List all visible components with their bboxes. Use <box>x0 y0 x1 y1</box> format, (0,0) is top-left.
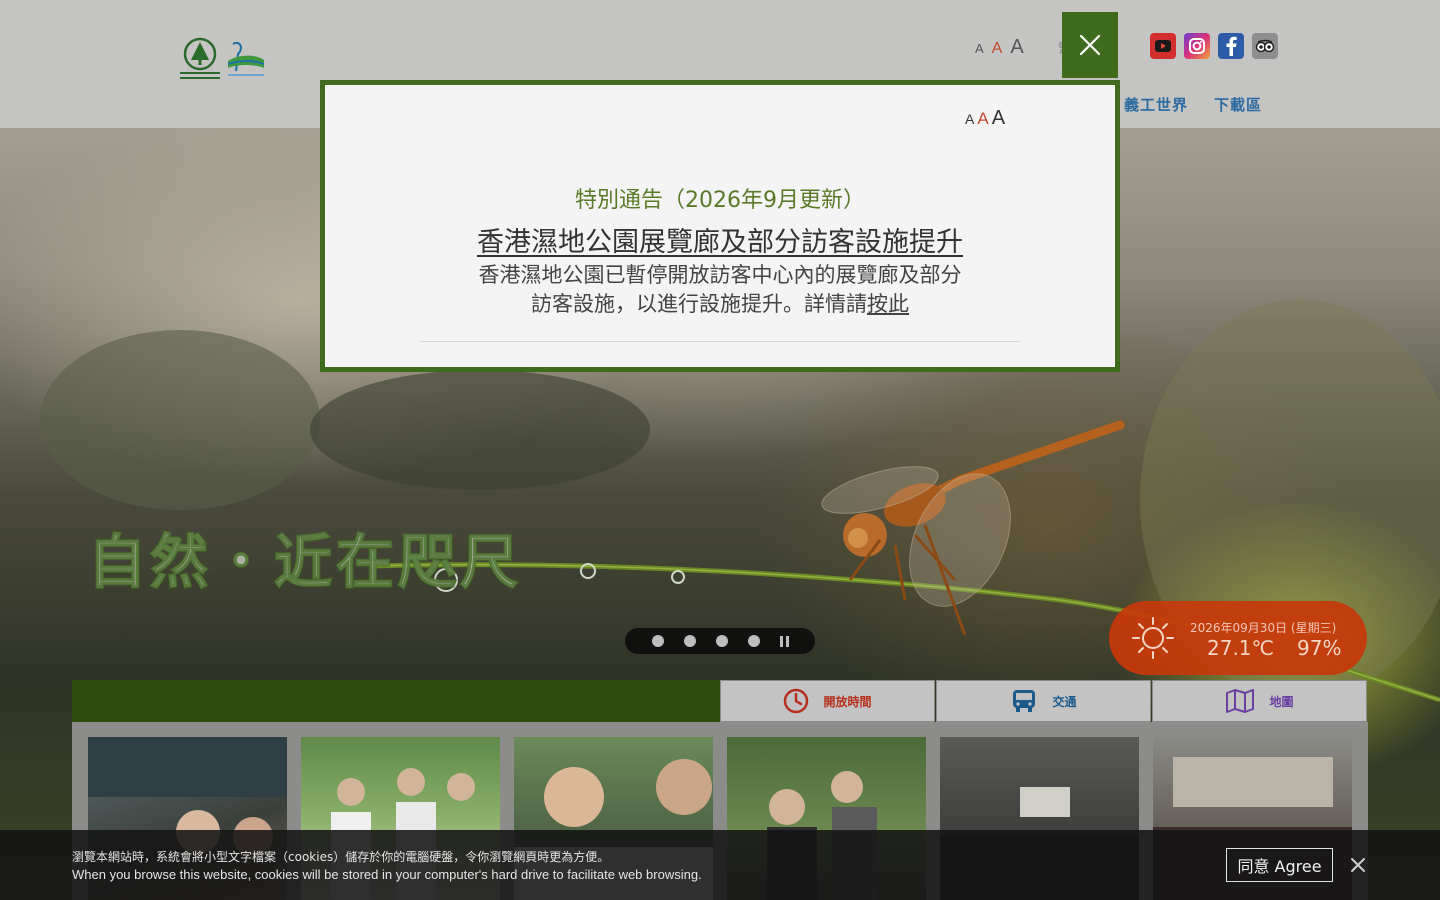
modal-divider <box>420 341 1020 342</box>
notice-title: 特別通告（2026年9月更新） <box>575 188 865 213</box>
notice-body: 香港濕地公園已暫停開放訪客中心內的展覽廊及部分 訪客設施，以進行設施提升。詳情請… <box>430 261 1010 319</box>
special-notice-modal: A A A 特別通告（2026年9月更新） 香港濕地公園展覽廊及部分訪客設施提升… <box>320 80 1120 372</box>
notice-body-line2: 訪客設施，以進行設施提升。詳情請 <box>531 292 867 316</box>
cookie-text-zh: 瀏覽本網站時，系統會將小型文字檔案（cookies）儲存於你的電腦硬盤，令你瀏覽… <box>72 850 610 864</box>
modal-close-button[interactable] <box>1062 12 1118 78</box>
cookie-consent-bar: 瀏覽本網站時，系統會將小型文字檔案（cookies）儲存於你的電腦硬盤，令你瀏覽… <box>0 830 1440 900</box>
close-icon <box>1079 34 1101 56</box>
close-icon[interactable] <box>1350 857 1366 873</box>
notice-details-link[interactable]: 按此 <box>867 292 909 316</box>
modal-font-size-medium[interactable]: A <box>977 109 988 129</box>
modal-font-size-large[interactable]: A <box>992 107 1005 130</box>
notice-heading-link[interactable]: 香港濕地公園展覽廊及部分訪客設施提升 <box>325 220 1115 259</box>
cookie-text-en: When you browse this website, cookies wi… <box>72 867 702 882</box>
modal-font-size-small[interactable]: A <box>965 111 974 127</box>
modal-font-size-controls: A A A <box>965 107 1005 130</box>
notice-body-line1: 香港濕地公園已暫停開放訪客中心內的展覽廊及部分 <box>478 263 962 287</box>
cookie-agree-button[interactable]: 同意 Agree <box>1226 848 1333 882</box>
